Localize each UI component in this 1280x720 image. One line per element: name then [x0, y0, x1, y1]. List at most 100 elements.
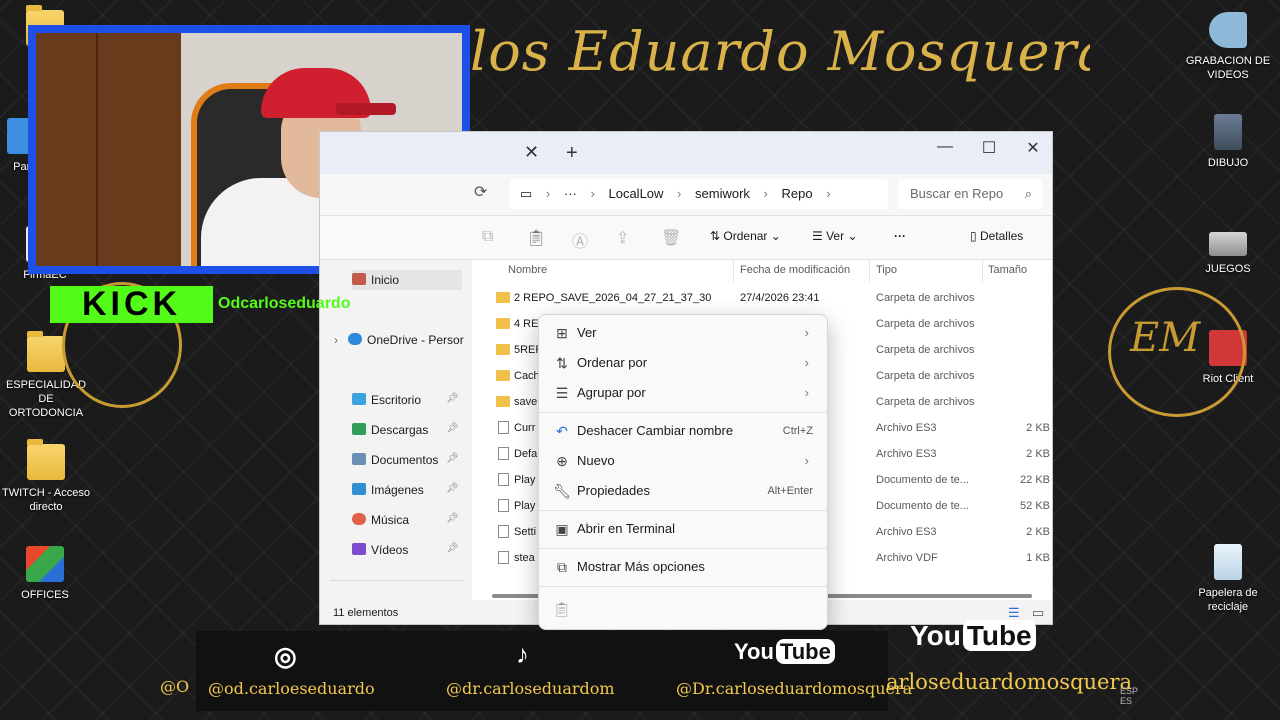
nav-item-onedrive[interactable]: › OneDrive - Persor — [334, 330, 464, 350]
new-icon: ⊕ — [556, 453, 568, 469]
more-options-icon: ⧉ — [557, 559, 567, 575]
left-handle-fragment: @O — [160, 677, 190, 696]
details-button[interactable]: ▯ Detalles — [970, 229, 1023, 243]
document-icon — [352, 453, 366, 465]
menu-item-terminal[interactable]: ▣ Abrir en Terminal — [543, 514, 823, 544]
desktop-icon-juegos[interactable]: JUEGOS — [1180, 222, 1276, 276]
youtube-logo: You Tube — [734, 639, 835, 665]
desktop-icon — [352, 393, 366, 405]
desktop-icon-twitch[interactable]: TWITCH - Acceso directo — [0, 439, 92, 514]
onedrive-icon — [348, 333, 362, 345]
pin-icon: 📌︎ — [446, 483, 459, 494]
file-icon — [498, 525, 509, 538]
minimize-icon[interactable]: — — [922, 138, 968, 156]
breadcrumb-semiwork[interactable]: semiwork — [695, 186, 750, 201]
more-button[interactable]: ··· — [894, 229, 906, 243]
menu-item-paste[interactable]: 📋︎ — [543, 594, 823, 624]
close-icon[interactable]: ✕ — [1010, 138, 1052, 158]
menu-item-nuevo[interactable]: ⊕ Nuevo › — [543, 446, 823, 476]
chevron-right-icon: › — [804, 453, 809, 468]
file-icon — [498, 499, 509, 512]
nav-item-videos[interactable]: Vídeos — [352, 540, 408, 560]
breadcrumb[interactable]: ▭ › ··· › LocalLow › semiwork › Repo › — [510, 179, 888, 209]
language-indicator[interactable]: ESP ES — [1120, 686, 1138, 706]
delete-icon[interactable]: 🗑︎ — [661, 228, 681, 248]
context-menu: ⊞ Ver › ⇅ Ordenar por › ☰ Agrupar por › ↶ Desha… — [538, 314, 828, 630]
office-icon — [26, 546, 64, 582]
breadcrumb-ellipsis[interactable]: ··· — [564, 186, 577, 201]
title-bar[interactable]: ✕ + — ☐ ✕ — [320, 132, 1052, 174]
folder-shortcut-icon — [27, 439, 65, 480]
folder-icon — [27, 331, 65, 372]
youtube-handle: @Dr.carloseduardomosquera — [676, 679, 913, 698]
folder-icon — [496, 344, 510, 355]
tab-close-icon[interactable]: ✕ — [524, 142, 539, 163]
folder-icon — [496, 292, 510, 303]
command-bar: ⧉ 📋︎ Ⓐ ⇪ 🗑︎ ⇅ Ordenar ⌄ ☰ Ver ⌄ ··· ▯ De… — [320, 216, 1052, 260]
desktop-icon-papelera[interactable]: Papelera de reciclaje — [1180, 544, 1276, 614]
new-tab-icon[interactable]: + — [566, 142, 578, 165]
file-icon — [498, 551, 509, 564]
pin-icon: 📌︎ — [446, 423, 459, 434]
desktop-icon-offices[interactable]: OFFICES — [0, 546, 90, 602]
menu-item-agrupar-por[interactable]: ☰ Agrupar por › — [543, 378, 823, 408]
menu-item-ver[interactable]: ⊞ Ver › — [543, 318, 823, 348]
menu-item-propiedades[interactable]: 🔧︎ Propiedades Alt+Enter — [543, 476, 823, 506]
pin-icon: 📌︎ — [446, 513, 459, 524]
desktop-icon-dibujo[interactable]: DIBUJO — [1180, 114, 1276, 170]
chevron-right-icon: › — [804, 325, 809, 340]
recycle-bin-icon — [1214, 544, 1242, 580]
tiles-view-icon[interactable]: ▭ — [1032, 605, 1044, 621]
column-header-type[interactable]: Tipo — [876, 264, 897, 276]
instagram-handle: @od.carloeseduardo — [208, 679, 375, 698]
breadcrumb-locallow[interactable]: LocalLow — [608, 186, 663, 201]
column-header-size[interactable]: Tamaño — [988, 264, 1027, 276]
desktop-icon-grabacion[interactable]: GRABACION DE VIDEOS — [1180, 12, 1276, 82]
properties-icon: 🔧︎ — [553, 483, 571, 499]
rename-icon[interactable]: Ⓐ — [572, 228, 588, 252]
table-row[interactable]: 2 REPO_SAVE_2026_04_27_21_37_30 27/4/2026… — [472, 286, 1052, 312]
search-input[interactable]: Buscar en Repo ⌕ — [898, 179, 1042, 209]
nav-item-descargas[interactable]: Descargas — [352, 420, 428, 440]
kick-username: Odcarloseduardo — [218, 295, 351, 312]
menu-item-mas-opciones[interactable]: ⧉ Mostrar Más opciones — [543, 552, 823, 582]
webcam-icon — [1209, 12, 1247, 48]
nav-item-imagenes[interactable]: Imágenes — [352, 480, 424, 500]
copy-icon[interactable]: ⧉ — [482, 228, 493, 246]
refresh-icon[interactable]: ⟳ — [474, 182, 487, 202]
sort-button[interactable]: ⇅ Ordenar ⌄ — [710, 229, 781, 243]
share-icon[interactable]: ⇪ — [616, 228, 629, 248]
column-header-modified[interactable]: Fecha de modificación — [740, 264, 850, 276]
instagram-icon: ◎ — [274, 641, 297, 671]
breadcrumb-repo[interactable]: Repo — [782, 186, 813, 201]
column-header-name[interactable]: Nombre — [508, 264, 547, 276]
folder-icon — [496, 318, 510, 329]
file-icon — [498, 447, 509, 460]
view-button[interactable]: ☰ Ver ⌄ — [812, 229, 858, 243]
sort-icon: ⇅ — [556, 355, 568, 371]
nav-item-musica[interactable]: Música — [352, 510, 409, 530]
item-count: 11 elementos — [333, 607, 399, 619]
youtube-handle-large: arloseduardomosquera — [886, 670, 1133, 694]
pc-tower-icon — [1214, 114, 1242, 150]
pictures-icon — [352, 483, 366, 495]
group-icon: ☰ — [555, 385, 569, 401]
paste-icon[interactable]: 📋︎ — [526, 228, 546, 248]
file-icon — [498, 473, 509, 486]
folder-icon — [496, 370, 510, 381]
social-bar: ◎ @od.carloeseduardo ♪ @dr.carloseduardo… — [196, 631, 912, 711]
menu-item-deshacer[interactable]: ↶ Deshacer Cambiar nombre Ctrl+Z — [543, 416, 823, 446]
nav-item-escritorio[interactable]: Escritorio — [352, 390, 421, 410]
nav-item-inicio[interactable]: Inicio — [352, 270, 462, 290]
nav-item-documentos[interactable]: Documentos — [352, 450, 438, 470]
download-icon — [352, 423, 366, 435]
paste-icon: 📋︎ — [553, 601, 571, 617]
menu-item-ordenar-por[interactable]: ⇅ Ordenar por › — [543, 348, 823, 378]
maximize-icon[interactable]: ☐ — [966, 138, 1012, 158]
details-view-icon[interactable]: ☰ — [1008, 605, 1020, 621]
music-icon — [352, 513, 366, 525]
pin-icon: 📌︎ — [446, 393, 459, 404]
youtube-logo-large: You Tube — [910, 620, 1036, 652]
undo-icon: ↶ — [556, 423, 568, 439]
kick-logo: KICK — [50, 286, 213, 323]
